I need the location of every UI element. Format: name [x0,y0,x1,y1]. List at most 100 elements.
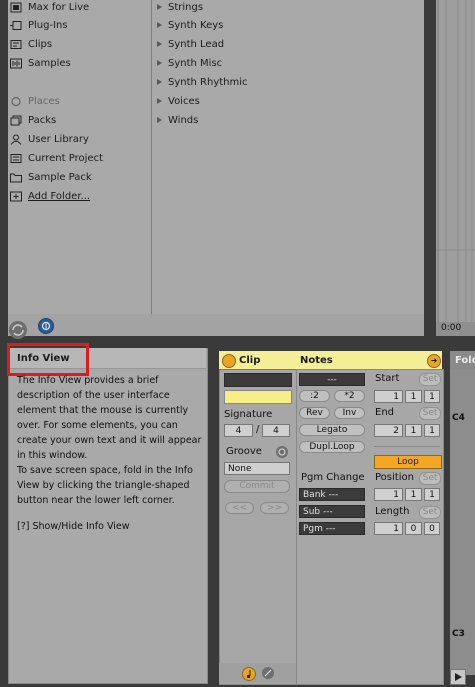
end-bar[interactable]: 2 [374,424,403,437]
add-button[interactable] [38,318,54,334]
transpose-field[interactable]: --- [299,373,365,386]
sidebar-item-user-library[interactable]: User Library [10,132,89,146]
sidebar-item-clips[interactable]: Clips [10,37,52,51]
preview-button[interactable] [450,669,466,685]
sidebar-item-plug-ins[interactable]: Plug-Ins [10,18,68,32]
clip-icon [10,39,22,50]
sidebar-item-samples[interactable]: Samples [10,56,71,70]
length-sixteenth[interactable]: 0 [424,522,440,535]
position-label: Position [375,472,414,483]
category-synth-misc[interactable]: Synth Misc [157,56,222,70]
signature-separator: / [256,424,260,435]
position-sixteenth[interactable]: 1 [424,488,440,501]
legato-button[interactable]: Legato [299,424,365,436]
groove-chooser[interactable]: None [224,462,290,475]
expand-triangle-icon[interactable] [157,41,162,47]
divider [374,446,440,447]
expand-triangle-icon[interactable] [157,117,162,123]
reverse-button[interactable]: Rev [299,407,330,419]
browser-footer [8,314,424,336]
start-label: Start [375,373,400,384]
loop-toggle-button[interactable]: Loop [374,455,442,469]
category-voices[interactable]: Voices [157,94,200,108]
user-icon [10,134,22,145]
invert-button[interactable]: Inv [334,407,365,419]
add-folder-icon [10,191,22,202]
hotswap-button[interactable] [9,321,27,339]
note-icon [246,670,251,679]
length-set-button[interactable]: Set [419,506,441,519]
length-beat[interactable]: 0 [405,522,422,535]
category-label: Strings [168,1,204,13]
start-beat[interactable]: 1 [405,390,422,403]
expand-triangle-icon[interactable] [157,4,162,10]
places-heading-label: Places [28,95,60,107]
arrow-right-icon: ➜ [430,356,438,365]
double-tempo-button[interactable]: *2 [334,390,365,402]
length-bar[interactable]: 1 [374,522,403,535]
category-winds[interactable]: Winds [157,113,198,127]
time-label: 0:00 [441,323,462,333]
position-set-button[interactable]: Set [419,472,441,485]
category-synth-keys[interactable]: Synth Keys [157,18,223,32]
key-c3-label: C3 [452,629,465,639]
info-paragraph-1: The Info View provides a brief descripti… [17,375,202,461]
category-label: Synth Keys [168,19,224,31]
expand-triangle-icon[interactable] [157,60,162,66]
hotswap-icon [12,324,24,336]
envelopes-button[interactable] [262,667,274,679]
expand-triangle-icon[interactable] [157,79,162,85]
end-set-button[interactable]: Set [419,407,441,420]
fold-label: Fold [455,355,475,366]
sidebar-item-label: Samples [28,57,71,69]
notes-toggle-button[interactable]: ➜ [427,354,441,368]
clip-title: Clip [239,355,261,366]
expand-triangle-icon[interactable] [157,22,162,28]
sidebar-item-packs[interactable]: Packs [10,113,56,127]
program-field[interactable]: Pgm --- [299,522,365,535]
launch-button[interactable] [242,667,256,681]
category-strings[interactable]: Strings [157,0,203,14]
key-c4-label: C4 [452,413,465,423]
places-heading: Places [10,94,60,108]
info-view-text: The Info View provides a brief descripti… [17,373,202,508]
sidebar-item-label: Max for Live [28,1,90,13]
sidebar-item-current-project[interactable]: Current Project [10,151,103,165]
sidebar-item-max-for-live[interactable]: Max for Live [10,0,89,14]
category-label: Voices [168,95,200,107]
category-label: Synth Lead [168,38,225,50]
sidebar-item-label: Clips [28,38,53,50]
arrangement-view[interactable] [436,0,475,330]
start-bar[interactable]: 1 [374,390,403,403]
info-paragraph-2: To save screen space, fold in the Info V… [17,465,193,506]
plugin-icon [10,20,22,31]
end-beat[interactable]: 1 [405,424,422,437]
add-folder-link[interactable]: Add Folder... [10,189,90,203]
duplicate-loop-button[interactable]: Dupl.Loop [299,441,365,453]
position-bar[interactable]: 1 [374,488,403,501]
clip-activator-toggle[interactable] [222,354,236,368]
bank-field[interactable]: Bank --- [299,488,365,501]
sidebar-item-sample-pack[interactable]: Sample Pack [10,170,92,184]
start-set-button[interactable]: Set [419,373,441,386]
signature-numerator[interactable]: 4 [224,424,253,437]
groove-hot-swap-button[interactable] [276,446,288,458]
clip-color-field[interactable] [224,390,292,404]
category-synth-lead[interactable]: Synth Lead [157,37,224,51]
half-tempo-button[interactable]: :2 [299,390,330,402]
length-label: Length [375,506,410,517]
position-beat[interactable]: 1 [405,488,422,501]
next-clip-button[interactable]: >> [260,502,289,514]
end-sixteenth[interactable]: 1 [424,424,440,437]
category-synth-rhythmic[interactable]: Synth Rhythmic [157,75,248,89]
commit-button[interactable]: Commit [224,480,290,493]
sidebar-item-label: Plug-Ins [28,19,68,31]
sub-bank-field[interactable]: Sub --- [299,505,365,518]
signature-denominator[interactable]: 4 [262,424,290,437]
start-sixteenth[interactable]: 1 [424,390,440,403]
category-label: Synth Rhythmic [168,76,248,88]
clip-name-field[interactable] [224,373,292,387]
prev-clip-button[interactable]: << [225,502,254,514]
show-hide-info-link[interactable]: [?] Show/Hide Info View [17,521,130,532]
expand-triangle-icon[interactable] [157,98,162,104]
